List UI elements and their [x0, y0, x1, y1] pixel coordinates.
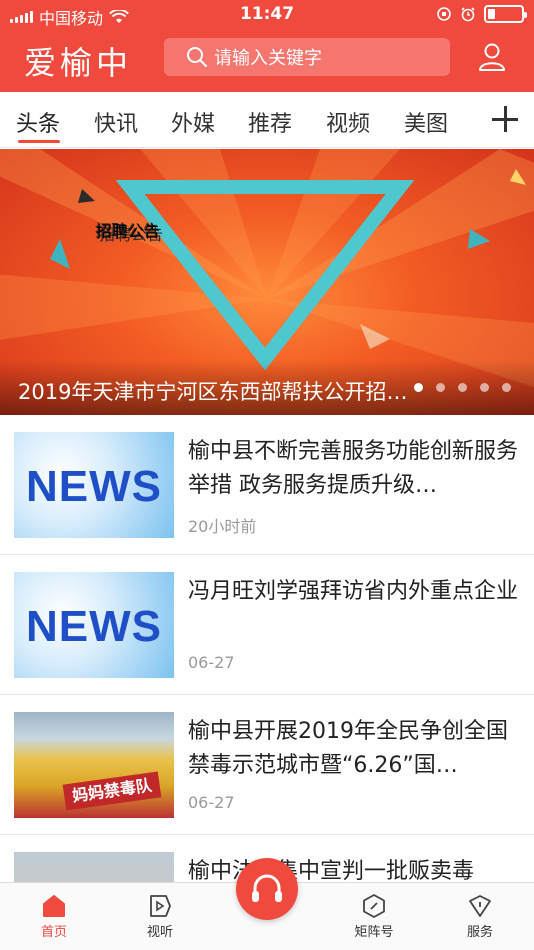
tab-pictures[interactable]: 美图: [404, 106, 448, 138]
news-time: 06-27: [188, 793, 235, 812]
carousel-dot[interactable]: [480, 383, 489, 392]
headphones-icon: [252, 874, 282, 902]
news-item[interactable]: NEWS 冯月旺刘学强拜访省内外重点企业 06-27: [0, 555, 534, 695]
nav-home-label: 首页: [40, 925, 67, 940]
orientation-lock-icon: [437, 7, 451, 21]
banner-sign-text: 妈妈禁毒队: [62, 771, 162, 811]
carousel-dot[interactable]: [436, 383, 445, 392]
news-item[interactable]: NEWS 榆中县不断完善服务功能创新服务举措 政务服务提质升级… 20小时前: [0, 415, 534, 555]
carousel-dot[interactable]: [458, 383, 467, 392]
news-thumbnail-text: NEWS: [26, 462, 162, 511]
nav-matrix-label: 矩阵号: [354, 925, 394, 940]
carousel-dot[interactable]: [502, 383, 511, 392]
news-title: 榆中县不断完善服务功能创新服务举措 政务服务提质升级…: [188, 439, 518, 498]
nav-media[interactable]: 视听: [120, 883, 200, 950]
nav-services-label: 服务: [466, 925, 493, 940]
nav-home[interactable]: 首页: [14, 883, 94, 950]
status-bar: 中国移动 11:47: [0, 0, 534, 30]
search-placeholder: 请输入关键字: [214, 48, 322, 69]
news-title: 冯月旺刘学强拜访省内外重点企业: [188, 579, 518, 604]
news-time: 20小时前: [188, 517, 257, 536]
app-logo: 爱榆中: [24, 44, 133, 82]
listen-button[interactable]: [236, 858, 298, 920]
carousel-dots: [414, 383, 511, 392]
active-tab-indicator: [18, 140, 60, 143]
battery-icon: [484, 5, 527, 23]
services-icon: [469, 895, 491, 917]
nav-matrix[interactable]: 矩阵号: [334, 883, 414, 950]
user-icon[interactable]: [478, 42, 506, 72]
news-title: 榆中县开展2019年全民争创全国禁毒示范城市暨“6.26”国…: [188, 719, 508, 778]
banner-caption[interactable]: 2019年天津市宁河区东西部帮扶公开招…: [18, 376, 426, 406]
nav-services[interactable]: 服务: [440, 883, 520, 950]
alarm-icon: [461, 7, 475, 22]
news-time: 06-27: [188, 653, 235, 672]
news-thumbnail: NEWS: [14, 572, 174, 678]
carousel-dot[interactable]: [414, 383, 423, 392]
tab-foreign-media[interactable]: 外媒: [171, 106, 215, 138]
app-header: 中国移动 11:47 爱榆中 请输入关键字: [0, 0, 534, 92]
tab-headlines[interactable]: 头条: [16, 106, 60, 138]
nav-media-label: 视听: [146, 925, 173, 940]
channel-tabs: 头条 快讯 外媒 推荐 视频 美图: [0, 92, 534, 148]
news-thumbnail-text: NEWS: [26, 602, 162, 651]
news-photo-thumbnail: 妈妈禁毒队: [14, 712, 174, 818]
search-input[interactable]: 请输入关键字: [164, 38, 450, 76]
news-item[interactable]: 妈妈禁毒队 榆中县开展2019年全民争创全国禁毒示范城市暨“6.26”国… 06…: [0, 695, 534, 835]
search-icon: [187, 47, 208, 68]
tab-flash[interactable]: 快讯: [94, 106, 138, 138]
hexagon-icon: [363, 894, 385, 918]
home-icon: [43, 895, 65, 917]
banner-headline: 招聘公告: [96, 222, 161, 241]
add-channel-icon[interactable]: [492, 106, 518, 132]
news-thumbnail: NEWS: [14, 432, 174, 538]
play-icon: [150, 895, 171, 917]
tab-video[interactable]: 视频: [326, 106, 370, 138]
tab-recommended[interactable]: 推荐: [248, 106, 292, 138]
